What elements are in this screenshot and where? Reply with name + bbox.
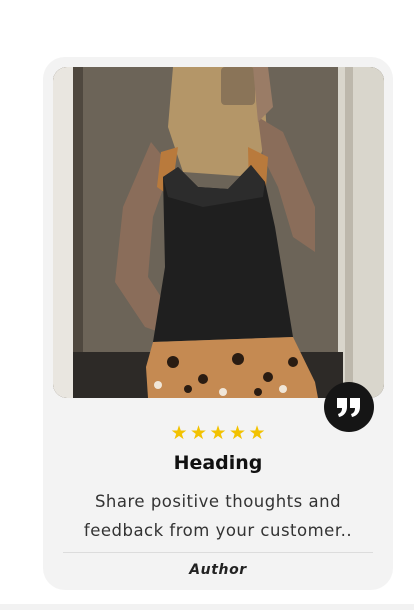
page-bottom-edge xyxy=(0,604,414,610)
star-icon: ★ xyxy=(170,422,188,444)
star-icon: ★ xyxy=(189,422,208,444)
star-icon: ★ xyxy=(228,422,247,444)
star-icon: ★ xyxy=(248,422,266,444)
testimonial-heading: Heading xyxy=(173,452,263,474)
divider xyxy=(63,552,373,553)
testimonial-author: Author xyxy=(189,562,247,578)
customer-photo xyxy=(53,67,384,398)
rating-stars: ★ ★ ★ ★ ★ xyxy=(43,422,393,444)
star-icon: ★ xyxy=(209,422,227,444)
testimonial-card: ★ ★ ★ ★ ★ Heading Share positive thoughts an… xyxy=(43,57,393,590)
testimonial-text: Share positive thoughts and feedback fro… xyxy=(83,492,353,540)
